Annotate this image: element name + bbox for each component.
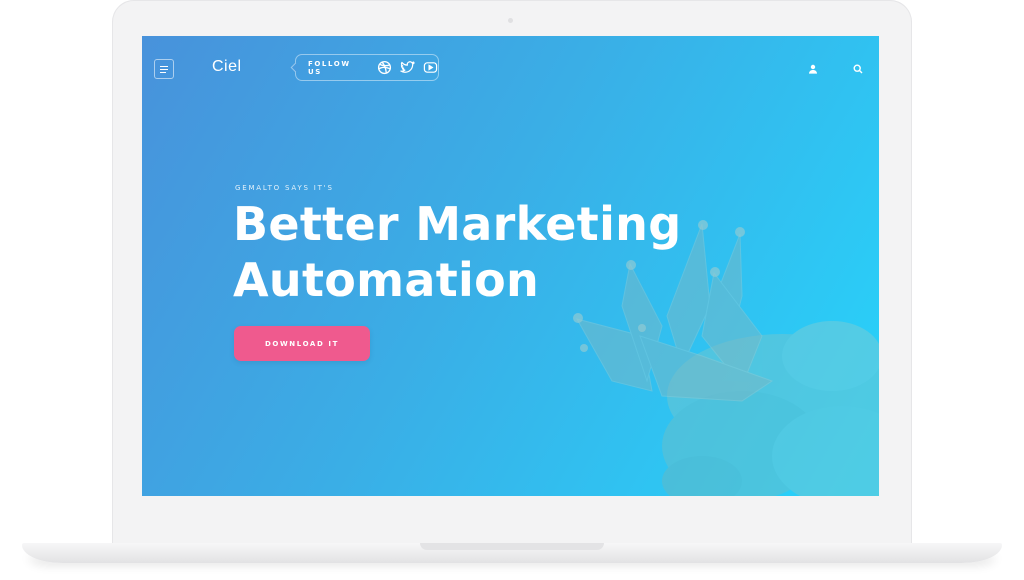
download-button[interactable]: DOWNLOAD IT [234, 326, 370, 361]
headline-line-2: Automation [233, 253, 540, 307]
menu-button[interactable] [154, 59, 174, 79]
hero-headline: Better Marketing Automation [233, 196, 681, 308]
site-logo[interactable]: Ciel [212, 58, 242, 76]
laptop-base-notch [420, 543, 604, 550]
website-screen: Ciel FOLLOW US GEMALTO SAYS IT'S Better … [142, 36, 879, 496]
follow-us-box: FOLLOW US [295, 54, 439, 81]
headline-line-1: Better Marketing [233, 197, 682, 251]
menu-line [160, 68, 168, 70]
dribbble-icon[interactable] [377, 60, 392, 75]
search-icon[interactable] [853, 64, 863, 74]
follow-us-label: FOLLOW US [308, 59, 351, 76]
menu-line [160, 71, 166, 73]
laptop-camera [508, 18, 513, 23]
menu-line [160, 65, 168, 67]
twitter-icon[interactable] [400, 60, 415, 75]
user-icon[interactable] [808, 64, 818, 74]
hero-eyebrow: GEMALTO SAYS IT'S [235, 184, 334, 192]
youtube-icon[interactable] [423, 60, 438, 75]
